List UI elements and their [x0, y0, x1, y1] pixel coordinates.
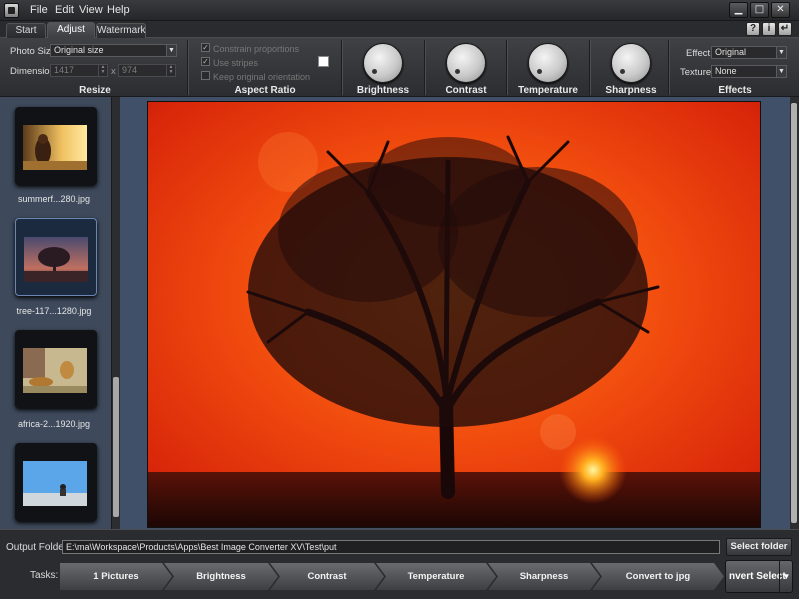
sharpness-knob[interactable] — [611, 43, 651, 83]
use-stripes-checkbox[interactable]: ✓ — [201, 57, 210, 66]
step-brightness[interactable]: Brightness — [164, 563, 278, 590]
menu-view[interactable]: View — [79, 4, 103, 16]
tab-watermark[interactable]: Watermark — [96, 23, 146, 38]
help-icon[interactable]: ? — [746, 22, 760, 36]
exit-icon[interactable]: ↵ — [778, 22, 792, 36]
use-stripes-label: Use stripes — [213, 58, 259, 68]
step-contrast[interactable]: Contrast — [270, 563, 384, 590]
thumbnail-card[interactable] — [15, 218, 97, 296]
divider — [187, 40, 188, 95]
height-value: 974 — [122, 65, 138, 75]
scrollbar-thumb[interactable] — [791, 103, 797, 523]
tasks-label: Tasks: — [30, 570, 59, 581]
stripe-color-swatch[interactable] — [318, 56, 329, 67]
thumbnail-image — [23, 125, 87, 170]
title-bar: File Edit View Help ▁ □ ✕ — [0, 0, 799, 21]
resize-group-title: Resize — [79, 85, 111, 96]
info-icon[interactable]: i — [762, 22, 776, 36]
chevron-down-icon[interactable]: ▼ — [779, 560, 793, 593]
contrast-knob[interactable] — [446, 43, 486, 83]
divider — [589, 40, 590, 95]
divider — [341, 40, 342, 95]
aspect-group-title: Aspect Ratio — [234, 85, 296, 96]
thumbnail-card[interactable] — [15, 443, 97, 521]
menu-edit[interactable]: Edit — [55, 4, 74, 16]
thumbnail-name: africa-2...1920.jpg — [17, 419, 91, 429]
thumbnail-name: tree-117...1280.jpg — [16, 306, 92, 316]
sunset-tree-image — [148, 102, 760, 527]
texture-value: None — [715, 66, 737, 76]
texture-label: Texture: — [680, 67, 714, 78]
thumbnail-card[interactable] — [15, 330, 97, 408]
preview-image — [147, 101, 761, 528]
chevron-down-icon: ▼ — [166, 45, 176, 56]
thumbnail-strip: summerf...280.jpg tree-117...1280.jpg af… — [0, 97, 112, 529]
keep-orientation-checkbox[interactable] — [201, 71, 210, 80]
effect-select[interactable]: Original ▼ — [711, 46, 787, 59]
menu-file[interactable]: File — [30, 4, 48, 16]
thumbnail-scrollbar[interactable] — [111, 97, 120, 529]
step-convert[interactable]: Convert to jpg — [592, 563, 724, 590]
thumbnail-card[interactable] — [15, 107, 97, 185]
output-folder-input[interactable]: E:\ma\Workspace\Products\Apps\Best Image… — [62, 540, 720, 554]
divider — [506, 40, 507, 95]
temperature-knob[interactable] — [528, 43, 568, 83]
chevron-down-icon: ▼ — [776, 66, 786, 77]
thumbnail-image — [23, 461, 87, 506]
menu-help[interactable]: Help — [107, 4, 130, 16]
photo-size-value: Original size — [54, 45, 104, 55]
divider — [424, 40, 425, 95]
contrast-label: Contrast — [445, 85, 487, 96]
constrain-label: Constrain proportions — [213, 44, 300, 54]
width-stepper[interactable]: 1417 ▲ ▼ — [50, 64, 108, 77]
tab-adjust[interactable]: Adjust — [47, 22, 95, 38]
scrollbar-thumb[interactable] — [113, 377, 119, 517]
tab-start[interactable]: Start — [6, 23, 46, 38]
brightness-knob[interactable] — [363, 43, 403, 83]
stepper-arrows-icon: ▲ ▼ — [98, 65, 107, 76]
temperature-label: Temperature — [518, 85, 578, 96]
close-button[interactable]: ✕ — [771, 2, 790, 18]
effect-value: Original — [715, 47, 747, 57]
effect-label: Effect: — [686, 48, 713, 59]
tab-bar: Start Adjust Watermark ? i ↵ — [0, 21, 799, 38]
step-temperature[interactable]: Temperature — [376, 563, 496, 590]
minimize-button[interactable]: ▁ — [729, 2, 748, 18]
constrain-checkbox[interactable]: ✓ — [201, 43, 210, 52]
maximize-button[interactable]: □ — [750, 2, 769, 18]
step-pictures[interactable]: 1 Pictures — [60, 563, 172, 590]
select-folder-button[interactable]: Select folder ... — [726, 538, 792, 568]
step-sharpness[interactable]: Sharpness — [488, 563, 600, 590]
preview-scrollbar[interactable] — [790, 97, 799, 529]
task-pipeline: 1 Pictures Brightness Contrast Temperatu… — [60, 563, 724, 590]
app-icon[interactable] — [4, 3, 19, 18]
height-stepper[interactable]: 974 ▲ ▼ — [118, 64, 176, 77]
output-folder-label: Output Folder: — [6, 542, 70, 553]
thumbnail-image — [23, 348, 87, 393]
photo-size-select[interactable]: Original size ▼ — [50, 44, 177, 57]
brightness-label: Brightness — [356, 85, 410, 96]
keep-orientation-label: Keep original orientation — [213, 72, 311, 82]
sharpness-label: Sharpness — [605, 85, 657, 96]
width-value: 1417 — [54, 65, 75, 75]
stepper-arrows-icon: ▲ ▼ — [166, 65, 175, 76]
bottom-panel: Output Folder: E:\ma\Workspace\Products\… — [0, 529, 799, 599]
effects-group-title: Effects — [718, 85, 752, 96]
thumbnail-image — [24, 237, 88, 282]
chevron-down-icon: ▼ — [776, 47, 786, 58]
dimension-separator: x — [111, 66, 116, 77]
thumbnail-name: summerf...280.jpg — [17, 194, 91, 204]
texture-select[interactable]: None ▼ — [711, 65, 787, 78]
divider — [668, 40, 669, 95]
adjust-toolbar: Photo Size: Original size ▼ Dimension: 1… — [0, 38, 799, 97]
